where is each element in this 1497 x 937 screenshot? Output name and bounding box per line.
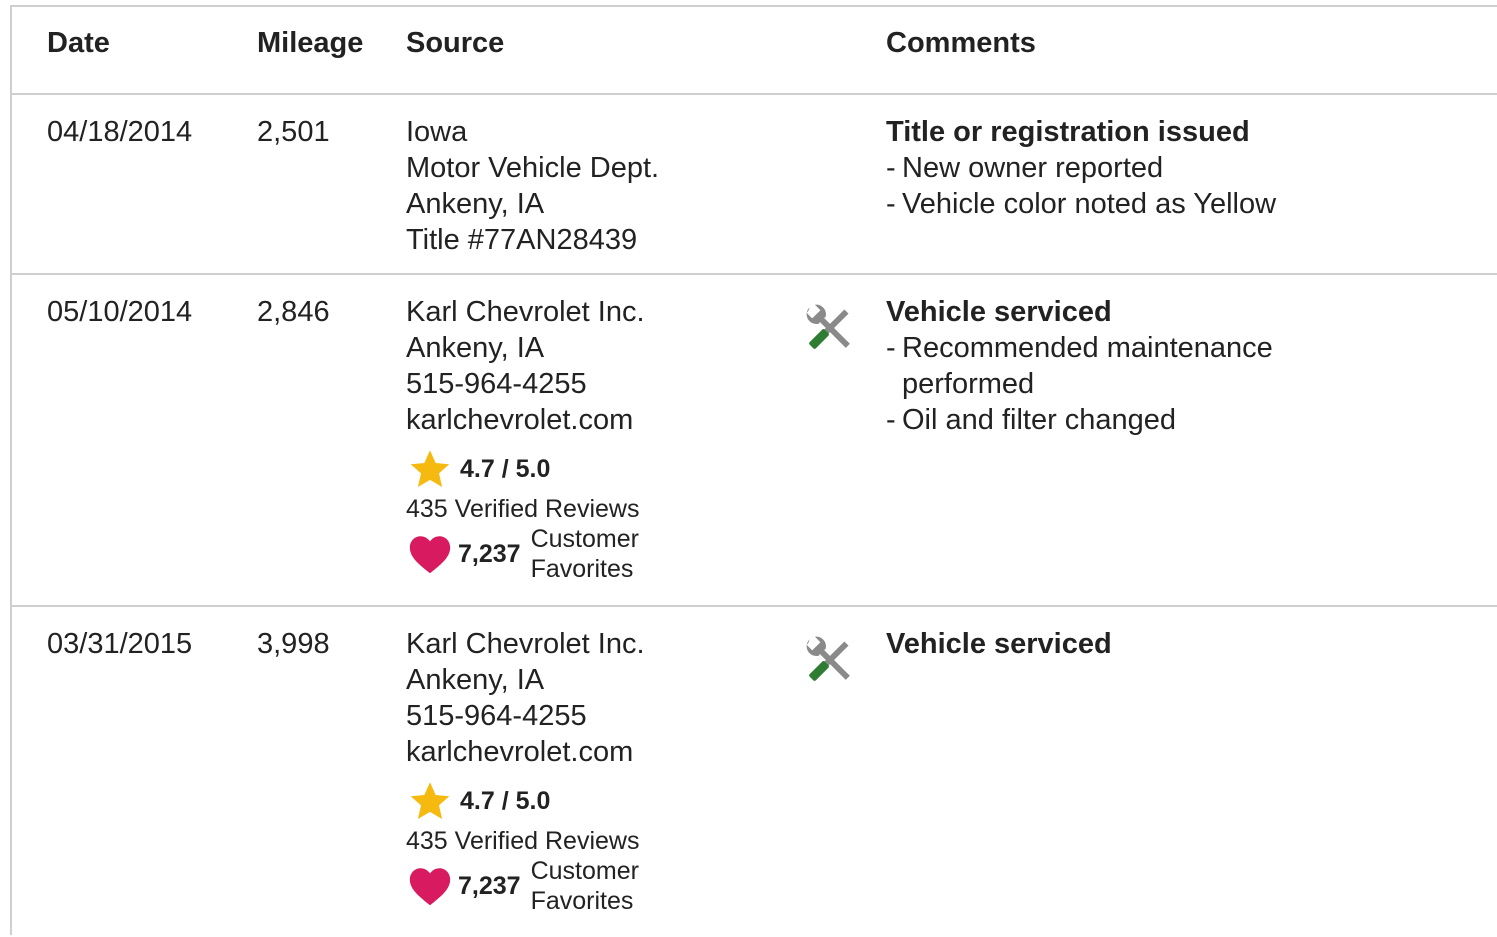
dealer-rating: 4.7 / 5.0	[406, 780, 645, 822]
verified-reviews-link[interactable]: 435 Verified Reviews	[406, 826, 645, 856]
comment-title: Title or registration issued	[886, 116, 1250, 148]
favorites-label: Customer Favorites	[530, 857, 639, 915]
dealer-website-link[interactable]: karlchevrolet.com	[406, 402, 645, 438]
dealer-rating: 4.7 / 5.0	[406, 448, 645, 490]
table-row: 05/10/2014 2,846 Karl Chevrolet Inc. Ank…	[12, 275, 1497, 607]
record-mileage: 2,846	[257, 296, 330, 328]
record-comments: Title or registration issued - New owner …	[886, 114, 1382, 222]
customer-favorites: 7,237 Customer Favorites	[406, 856, 645, 916]
dealer-phone: 515-964-4255	[406, 368, 587, 400]
record-source: Karl Chevrolet Inc. Ankeny, IA 515-964-4…	[406, 294, 645, 584]
source-line: Ankeny, IA	[406, 664, 545, 696]
heart-icon	[409, 868, 451, 906]
source-line: Title #77AN28439	[406, 224, 638, 256]
dealer-name-link[interactable]: Karl Chevrolet Inc.	[406, 294, 645, 330]
source-line: Ankeny, IA	[406, 188, 545, 220]
favorites-count: 7,237	[458, 872, 521, 900]
dealer-website-link[interactable]: karlchevrolet.com	[406, 734, 645, 770]
rating-score: 4.7 / 5.0	[460, 787, 551, 815]
vehicle-history-table: Date Mileage Source Comments 04/18/2014 …	[10, 5, 1497, 935]
record-source: Karl Chevrolet Inc. Ankeny, IA 515-964-4…	[406, 626, 645, 916]
comment-item: - New owner reported	[886, 152, 1164, 184]
table-row: 04/18/2014 2,501 Iowa Motor Vehicle Dept…	[12, 95, 1497, 275]
header-comments: Comments	[886, 27, 1036, 59]
customer-favorites: 7,237 Customer Favorites	[406, 524, 645, 584]
source-line: Ankeny, IA	[406, 332, 545, 364]
dealer-name-link[interactable]: Karl Chevrolet Inc.	[406, 626, 645, 662]
record-date: 04/18/2014	[47, 116, 193, 148]
record-mileage: 3,998	[257, 628, 330, 660]
comment-item: - Vehicle color noted as Yellow	[886, 188, 1277, 220]
source-line: Motor Vehicle Dept.	[406, 152, 660, 184]
dealer-phone: 515-964-4255	[406, 700, 587, 732]
source-line: Iowa	[406, 116, 468, 148]
favorites-count: 7,237	[458, 540, 521, 568]
service-tools-icon	[799, 629, 861, 691]
record-comments: Vehicle serviced	[886, 626, 1112, 662]
table-header: Date Mileage Source Comments	[12, 7, 1497, 95]
comment-item: - Recommended maintenance performed	[886, 332, 1273, 400]
record-date: 03/31/2015	[47, 628, 193, 660]
comment-title: Vehicle serviced	[886, 628, 1112, 660]
record-source: Iowa Motor Vehicle Dept. Ankeny, IA Titl…	[406, 114, 659, 258]
favorites-label: Customer Favorites	[530, 525, 639, 583]
rating-score: 4.7 / 5.0	[460, 455, 551, 483]
record-mileage: 2,501	[257, 116, 330, 148]
comment-item: - Oil and filter changed	[886, 404, 1177, 436]
comment-title: Vehicle serviced	[886, 296, 1112, 328]
record-date: 05/10/2014	[47, 296, 193, 328]
table-row: 03/31/2015 3,998 Karl Chevrolet Inc. Ank…	[12, 607, 1497, 937]
verified-reviews-link[interactable]: 435 Verified Reviews	[406, 494, 645, 524]
star-icon	[410, 782, 450, 819]
heart-icon	[409, 536, 451, 574]
header-source: Source	[406, 27, 505, 59]
record-comments: Vehicle serviced - Recommended maintenanc…	[886, 294, 1382, 438]
header-date: Date	[47, 27, 110, 59]
header-mileage: Mileage	[257, 27, 364, 59]
star-icon	[410, 450, 450, 487]
service-tools-icon	[799, 297, 861, 359]
